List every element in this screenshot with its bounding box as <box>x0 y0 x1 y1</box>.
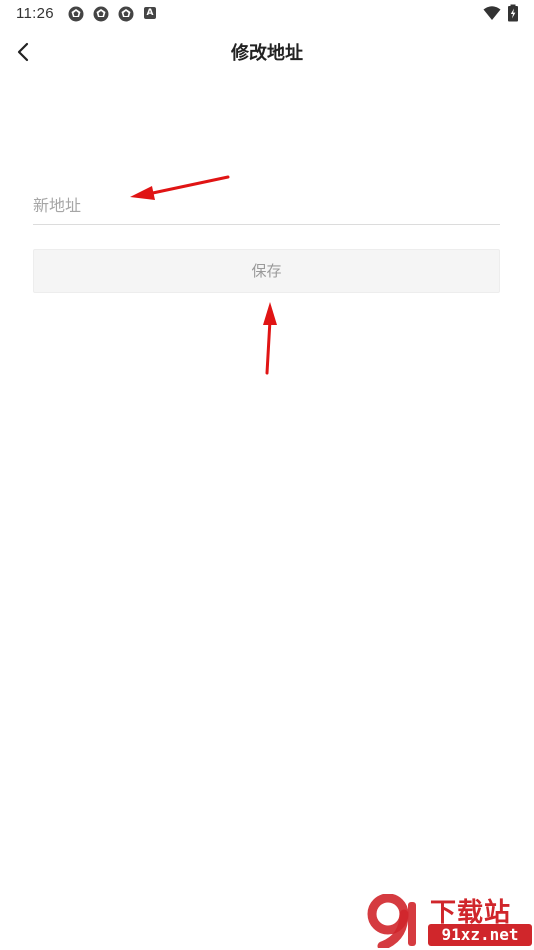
header: 修改地址 <box>0 28 534 76</box>
watermark-logo: 下载站 91xz.net <box>362 892 534 950</box>
aperture-icon <box>118 6 134 22</box>
arrow-to-save-button <box>263 302 277 375</box>
watermark-url: 91xz.net <box>428 924 532 946</box>
status-bar: 11:26 A <box>0 0 534 28</box>
save-button[interactable]: 保存 <box>33 249 500 293</box>
aperture-icon <box>93 6 109 22</box>
a-badge-icon: A <box>144 7 156 19</box>
battery-icon <box>507 4 519 22</box>
wifi-icon <box>483 5 501 21</box>
aperture-icon <box>68 6 84 22</box>
page-title: 修改地址 <box>231 43 303 64</box>
logo-nine-icon <box>367 894 416 948</box>
status-time: 11:26 <box>16 5 54 22</box>
new-address-input[interactable] <box>33 186 500 225</box>
annotation-arrows <box>130 175 277 375</box>
